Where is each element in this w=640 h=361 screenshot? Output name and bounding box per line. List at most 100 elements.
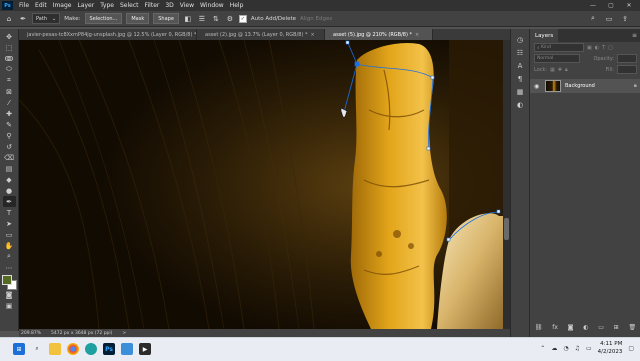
lock-icon[interactable]: ▪ xyxy=(634,83,637,89)
vertical-scrollbar[interactable] xyxy=(503,40,510,329)
paragraph-panel-icon[interactable]: ¶ xyxy=(514,74,526,84)
close-icon[interactable]: × xyxy=(415,32,419,38)
menu-layer[interactable]: Layer xyxy=(74,2,97,9)
quick-selection-tool-icon[interactable]: ⬭ xyxy=(3,64,16,75)
blend-mode-select[interactable]: Normal xyxy=(534,54,580,63)
pen-mode-select[interactable]: Path ⌄ xyxy=(32,13,61,24)
layer-style-icon[interactable]: fx xyxy=(552,324,558,331)
network-icon[interactable]: ◔ xyxy=(563,345,568,352)
photoshop-taskbar-icon[interactable]: Ps xyxy=(103,343,115,355)
menu-file[interactable]: File xyxy=(16,2,32,9)
path-selection-tool-icon[interactable]: ➤ xyxy=(3,218,16,229)
lasso-tool-icon[interactable]: ↂ xyxy=(3,53,16,64)
close-icon[interactable]: × xyxy=(311,32,315,38)
screen-mode-icon[interactable]: ▣ xyxy=(3,300,16,311)
path-anchor-point[interactable] xyxy=(496,209,501,214)
chevron-up-icon[interactable]: ⌃ xyxy=(540,345,545,352)
healing-brush-tool-icon[interactable]: ✚ xyxy=(3,108,16,119)
fill-field[interactable] xyxy=(617,65,637,74)
status-more-button[interactable]: > xyxy=(122,331,126,336)
hand-tool-icon[interactable]: ✋ xyxy=(3,240,16,251)
move-tool-icon[interactable]: ✥ xyxy=(3,31,16,42)
workspace-icon[interactable]: ▭ xyxy=(604,14,614,24)
panel-menu-icon[interactable]: ≡ xyxy=(632,32,640,39)
menu-filter[interactable]: Filter xyxy=(142,2,163,9)
color-swatches[interactable] xyxy=(2,275,17,290)
video-app-icon[interactable]: ▶ xyxy=(139,343,151,355)
pen-tool-preset-icon[interactable]: ✒ xyxy=(18,14,28,24)
settings-gear-icon[interactable]: ⚙ xyxy=(225,14,235,24)
type-tool-icon[interactable]: T xyxy=(3,207,16,218)
taskbar-clock[interactable]: 4:11 PM 4/2/2023 xyxy=(598,340,623,356)
vertical-scroll-thumb[interactable] xyxy=(504,218,509,240)
brush-tool-icon[interactable]: ✎ xyxy=(3,119,16,130)
frame-tool-icon[interactable]: ⊠ xyxy=(3,86,16,97)
minimize-button[interactable]: — xyxy=(588,1,598,10)
tab-layers[interactable]: Layers xyxy=(530,29,559,42)
tab-asset-5[interactable]: asset (5).jpg @ 210% (RGB/8) * × xyxy=(325,29,433,40)
gradient-tool-icon[interactable]: ▤ xyxy=(3,163,16,174)
path-anchor-point[interactable] xyxy=(446,237,451,242)
file-explorer-icon[interactable] xyxy=(49,343,61,355)
selection-button[interactable]: Selection... xyxy=(84,13,123,24)
chrome-icon[interactable] xyxy=(67,343,79,355)
path-anchor-point[interactable] xyxy=(354,61,360,67)
quick-mask-icon[interactable]: ◙ xyxy=(3,289,16,300)
dodge-tool-icon[interactable]: ● xyxy=(3,185,16,196)
zoom-tool-icon[interactable]: ⌕ xyxy=(3,251,16,262)
edge-icon[interactable] xyxy=(85,343,97,355)
adjustment-filter-icon[interactable]: ◐ xyxy=(595,45,599,51)
layer-kind-filter[interactable]: ⌕ Kind xyxy=(534,43,584,52)
lock-position-icon[interactable]: ✥ xyxy=(558,67,562,73)
path-anchor-point[interactable] xyxy=(430,75,435,80)
properties-panel-icon[interactable]: ☷ xyxy=(514,48,526,58)
menu-help[interactable]: Help xyxy=(227,2,247,9)
home-icon[interactable]: ⌂ xyxy=(4,14,14,24)
path-anchor-point[interactable] xyxy=(426,146,431,151)
tab-javier-pesas[interactable]: javier-pesas-tc8XxmP84jg-unsplash.jpg @ … xyxy=(19,29,197,40)
history-panel-icon[interactable]: ◷ xyxy=(514,35,526,45)
adjustment-layer-icon[interactable]: ◐ xyxy=(583,324,588,331)
lock-pixels-icon[interactable]: ▦ xyxy=(550,67,555,73)
pixel-filter-icon[interactable]: ▣ xyxy=(587,45,592,51)
eyedropper-tool-icon[interactable]: ⁄ xyxy=(3,97,16,108)
menu-image[interactable]: Image xyxy=(50,2,75,9)
character-panel-icon[interactable]: A xyxy=(514,61,526,71)
layer-row-background[interactable]: ◉ Background ▪ xyxy=(530,79,640,93)
search-icon[interactable]: ⌕ xyxy=(31,343,43,355)
windows-start-icon[interactable]: ⊞ xyxy=(13,343,25,355)
blur-tool-icon[interactable]: ◆ xyxy=(3,174,16,185)
history-brush-tool-icon[interactable]: ↺ xyxy=(3,141,16,152)
menu-view[interactable]: View xyxy=(177,2,197,9)
lock-all-icon[interactable]: 🔒︎ xyxy=(565,67,568,73)
new-group-icon[interactable]: ▭ xyxy=(598,324,604,331)
new-layer-icon[interactable]: ⊞ xyxy=(614,324,619,331)
type-filter-icon[interactable]: T xyxy=(602,45,605,51)
maximize-button[interactable]: ▢ xyxy=(606,1,616,10)
photoshop-logo[interactable]: Ps xyxy=(2,1,13,10)
close-window-button[interactable]: ✕ xyxy=(624,1,634,10)
add-mask-icon[interactable]: ◙ xyxy=(568,324,574,331)
path-alignment-icon[interactable]: ☰ xyxy=(197,14,207,24)
eye-icon[interactable]: ◉ xyxy=(534,83,541,90)
more-tools-icon[interactable]: ⋯ xyxy=(3,262,16,273)
search-icon[interactable]: ⌕ xyxy=(588,14,598,24)
menu-type[interactable]: Type xyxy=(97,2,117,9)
foreground-color-swatch[interactable] xyxy=(2,275,12,285)
eraser-tool-icon[interactable]: ⌫ xyxy=(3,152,16,163)
cloud-icon[interactable]: ☁ xyxy=(551,345,557,352)
path-arrangement-icon[interactable]: ⇅ xyxy=(211,14,221,24)
delete-layer-icon[interactable]: 🗑︎ xyxy=(628,324,636,331)
mask-button[interactable]: Mask xyxy=(126,13,150,24)
volume-icon[interactable]: ♫ xyxy=(575,345,580,352)
shape-filter-icon[interactable]: ▢ xyxy=(608,45,613,51)
adjustments-panel-icon[interactable]: ◐ xyxy=(514,100,526,110)
opacity-field[interactable] xyxy=(617,54,637,63)
crop-tool-icon[interactable]: ⌗ xyxy=(3,75,16,86)
pen-tool-icon[interactable]: ✒ xyxy=(2,196,16,207)
menu-edit[interactable]: Edit xyxy=(32,2,50,9)
shape-button[interactable]: Shape xyxy=(153,13,179,24)
notifications-icon[interactable]: ▢ xyxy=(628,345,634,352)
clone-stamp-tool-icon[interactable]: ⚲ xyxy=(3,130,16,141)
document-canvas[interactable] xyxy=(19,40,503,329)
